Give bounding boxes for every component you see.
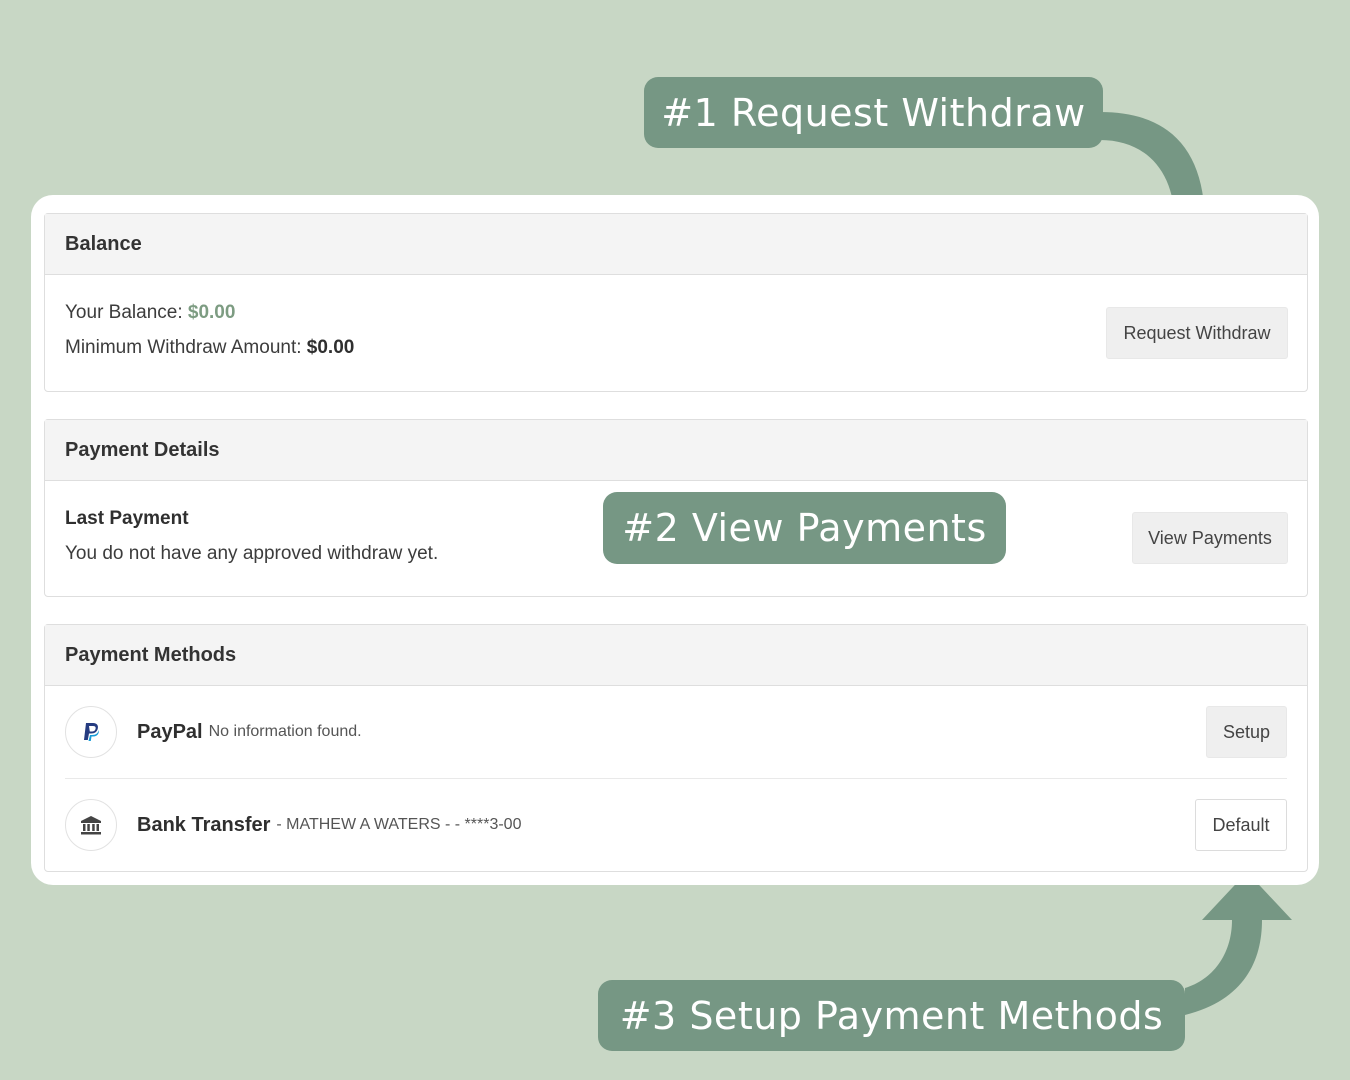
view-payments-button[interactable]: View Payments [1132,512,1288,564]
min-withdraw-value: $0.00 [306,337,355,358]
min-withdraw-line: Minimum Withdraw Amount: $0.00 [65,337,354,359]
payment-methods-title: Payment Methods [45,625,1307,686]
balance-body: Your Balance: $0.00 Minimum Withdraw Amo… [45,275,1307,391]
your-balance-value: $0.00 [187,302,236,323]
balance-panel: Balance Your Balance: $0.00 Minimum With… [44,213,1308,392]
bank-default-button[interactable]: Default [1195,799,1287,851]
payment-method-paypal: PayPal No information found. Setup [65,686,1287,778]
request-withdraw-button[interactable]: Request Withdraw [1106,307,1288,359]
bank-icon [65,799,117,851]
balance-title: Balance [45,214,1307,275]
min-withdraw-label: Minimum Withdraw Amount: [65,337,302,358]
callout-view-payments: #2 View Payments [603,492,1006,564]
paypal-info: No information found. [208,723,362,740]
last-payment-text: You do not have any approved withdraw ye… [65,543,439,564]
your-balance-line: Your Balance: $0.00 [65,302,235,324]
last-payment-label: Last Payment [65,508,189,529]
your-balance-label: Your Balance: [65,302,183,323]
payment-method-bank: Bank Transfer - MATHEW A WATERS - - ****… [65,779,1287,871]
payment-methods-body: PayPal No information found. Setup Bank … [45,686,1307,871]
bank-info: - MATHEW A WATERS - - ****3-00 [276,816,522,833]
paypal-name: PayPal [137,720,203,743]
paypal-setup-button[interactable]: Setup [1206,706,1287,758]
arrow-3-icon [1185,872,1292,1015]
callout-setup-payment-methods: #3 Setup Payment Methods [598,980,1185,1051]
paypal-icon [65,706,117,758]
callout-request-withdraw: #1 Request Withdraw [644,77,1103,148]
payment-methods-panel: Payment Methods PayPal No information fo… [44,624,1308,872]
bank-name: Bank Transfer [137,813,271,836]
payment-details-title: Payment Details [45,420,1307,481]
